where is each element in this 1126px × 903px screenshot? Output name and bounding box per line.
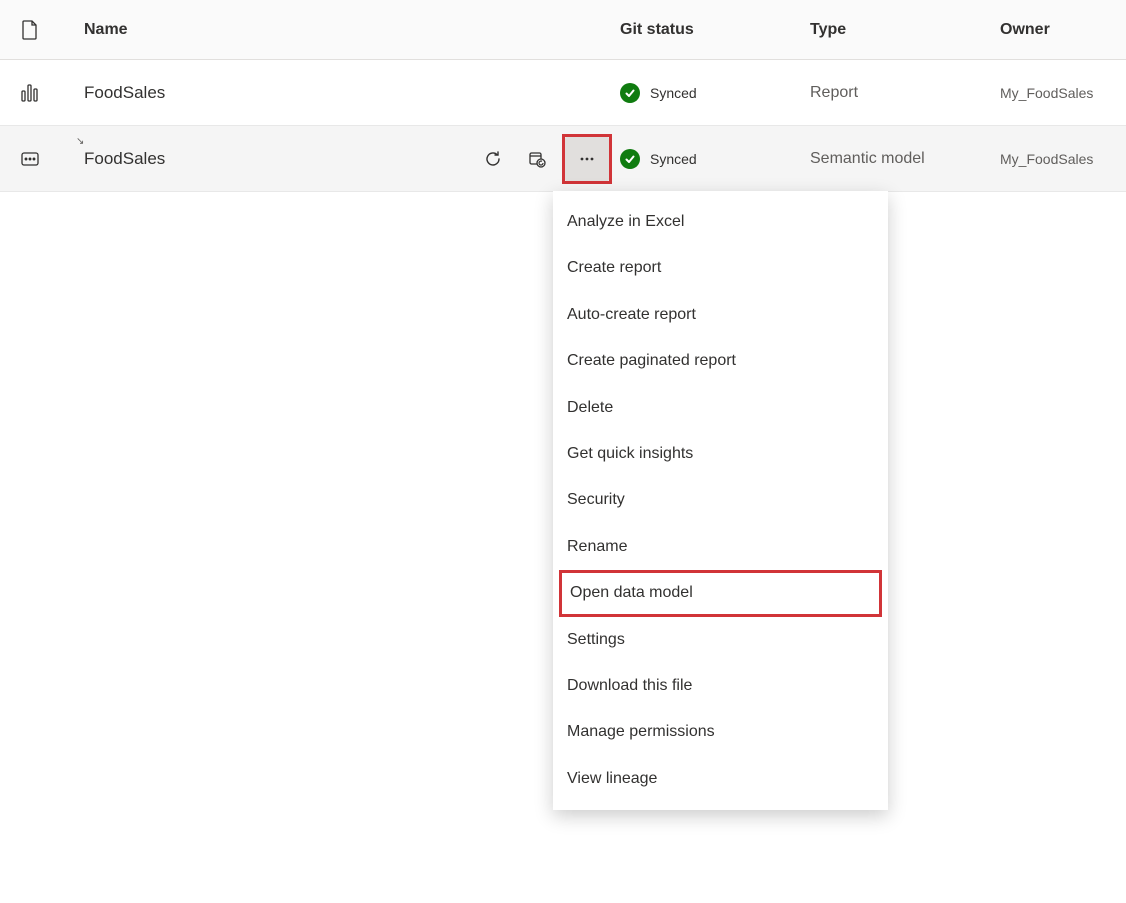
synced-check-icon: [620, 149, 640, 169]
schedule-refresh-icon: [528, 150, 546, 168]
file-icon: [21, 20, 39, 40]
schedule-refresh-button[interactable]: [518, 140, 556, 178]
item-name[interactable]: FoodSales: [60, 83, 470, 103]
item-owner: My_FoodSales: [1000, 151, 1126, 167]
item-type: Report: [810, 84, 1000, 102]
table-row[interactable]: ↘ FoodSales: [0, 126, 1126, 192]
header-git[interactable]: Git status: [620, 21, 810, 39]
more-options-menu: Analyze in Excel Create report Auto-crea…: [553, 191, 888, 810]
more-options-button[interactable]: [565, 137, 609, 181]
item-name[interactable]: FoodSales: [60, 149, 470, 169]
menu-item-open-data-model[interactable]: Open data model: [559, 570, 882, 616]
menu-item-rename[interactable]: Rename: [553, 524, 888, 570]
menu-item-delete[interactable]: Delete: [553, 385, 888, 431]
menu-item-security[interactable]: Security: [553, 477, 888, 523]
git-status-text: Synced: [650, 85, 697, 101]
header-name[interactable]: Name: [60, 21, 470, 39]
menu-item-analyze-excel[interactable]: Analyze in Excel: [553, 199, 888, 245]
menu-item-quick-insights[interactable]: Get quick insights: [553, 431, 888, 477]
table-row[interactable]: FoodSales Synced Report My_FoodSales: [0, 60, 1126, 126]
item-type: Semantic model: [810, 150, 1000, 168]
git-status-cell: Synced: [620, 149, 810, 169]
item-type-icon-cell: [0, 83, 60, 103]
item-type-icon-cell: [0, 149, 60, 169]
header-owner[interactable]: Owner: [1000, 21, 1126, 39]
report-icon: [20, 83, 40, 103]
refresh-button[interactable]: [474, 140, 512, 178]
workspace-item-list: Name Git status Type Owner FoodSales: [0, 0, 1126, 192]
git-status-text: Synced: [650, 151, 697, 167]
menu-item-create-paginated-report[interactable]: Create paginated report: [553, 338, 888, 384]
item-owner: My_FoodSales: [1000, 85, 1126, 101]
menu-item-settings[interactable]: Settings: [553, 617, 888, 663]
link-indicator-icon: ↘: [76, 136, 84, 147]
more-button-highlight: [562, 134, 612, 184]
row-actions: [470, 134, 620, 184]
synced-check-icon: [620, 83, 640, 103]
menu-item-create-report[interactable]: Create report: [553, 245, 888, 291]
table-header-row: Name Git status Type Owner: [0, 0, 1126, 60]
menu-item-download-file[interactable]: Download this file: [553, 663, 888, 709]
more-horizontal-icon: [578, 150, 596, 168]
header-icon-cell: [0, 20, 60, 40]
header-type[interactable]: Type: [810, 21, 1000, 39]
semantic-model-icon: [20, 149, 40, 169]
git-status-cell: Synced: [620, 83, 810, 103]
menu-item-view-lineage[interactable]: View lineage: [553, 756, 888, 802]
refresh-icon: [484, 150, 502, 168]
menu-item-manage-permissions[interactable]: Manage permissions: [553, 709, 888, 755]
menu-item-auto-create-report[interactable]: Auto-create report: [553, 292, 888, 338]
